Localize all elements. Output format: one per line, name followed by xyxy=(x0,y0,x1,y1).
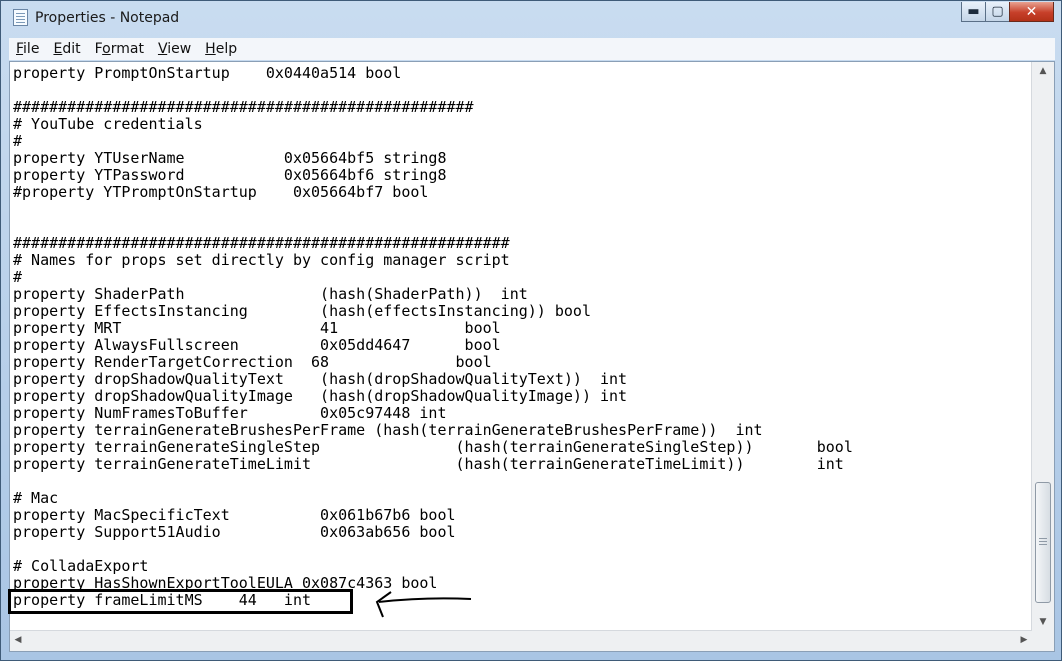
scroll-grip xyxy=(1039,541,1047,542)
minimize-icon: ▬ xyxy=(967,4,980,19)
notepad-window: Properties - Notepad ▬ ▢ ✕ File Edit For… xyxy=(0,0,1062,661)
menu-bar: File Edit Format View Help xyxy=(9,38,1055,60)
close-icon: ✕ xyxy=(1025,4,1038,20)
scroll-grip xyxy=(1039,544,1047,545)
maximize-icon: ▢ xyxy=(991,4,1004,19)
notepad-icon[interactable] xyxy=(13,9,28,26)
annotation-arrow-icon xyxy=(375,591,472,618)
annotation-highlight-box xyxy=(8,589,353,614)
scroll-left-icon[interactable]: ◀ xyxy=(10,635,26,645)
vertical-scrollbar[interactable]: ▲ ▼ xyxy=(1031,62,1054,631)
scroll-right-icon[interactable]: ▶ xyxy=(1016,635,1032,645)
menu-help[interactable]: Help xyxy=(198,41,244,57)
title-bar[interactable]: Properties - Notepad ▬ ▢ ✕ xyxy=(1,1,1061,35)
menu-file[interactable]: File xyxy=(9,41,46,57)
menu-view[interactable]: View xyxy=(151,41,198,57)
document-text[interactable]: property PromptOnStartup 0x0440a514 bool… xyxy=(13,65,1029,631)
menu-format[interactable]: Format xyxy=(88,41,151,57)
vertical-scroll-thumb[interactable] xyxy=(1035,482,1051,603)
scroll-grip xyxy=(1039,538,1047,539)
window-title: Properties - Notepad xyxy=(35,10,180,26)
scroll-down-icon[interactable]: ▼ xyxy=(1032,617,1054,627)
minimize-button[interactable]: ▬ xyxy=(961,2,986,22)
menu-edit[interactable]: Edit xyxy=(46,41,87,57)
scroll-up-icon[interactable]: ▲ xyxy=(1032,66,1054,76)
window-controls: ▬ ▢ ✕ xyxy=(961,2,1054,24)
scrollbar-corner xyxy=(1032,631,1054,651)
maximize-button[interactable]: ▢ xyxy=(985,2,1010,22)
close-button[interactable]: ✕ xyxy=(1009,2,1054,22)
text-editor[interactable]: property PromptOnStartup 0x0440a514 bool… xyxy=(9,61,1055,652)
horizontal-scrollbar[interactable]: ◀ ▶ xyxy=(10,630,1032,651)
